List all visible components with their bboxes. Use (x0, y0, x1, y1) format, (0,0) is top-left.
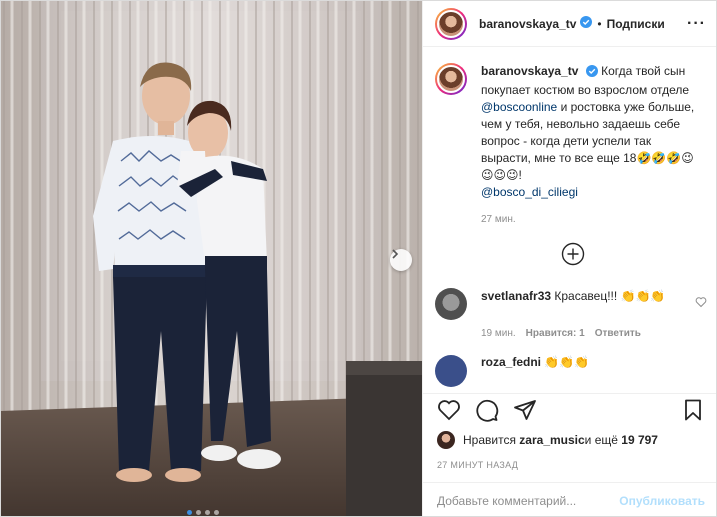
caption-body: baranovskaya_tv Когда твой сын покупает … (481, 63, 699, 228)
carousel-dot (214, 510, 219, 515)
commenter-username[interactable]: svetlanafr33 (481, 289, 551, 303)
caption-avatar[interactable] (435, 63, 467, 95)
comment-input[interactable] (437, 493, 620, 508)
comment-item: roza_fedni 👏👏👏 (435, 355, 707, 387)
likes-prefix: Нравится (463, 433, 516, 447)
header-separator: • (597, 16, 602, 31)
chevron-right-icon (392, 249, 399, 259)
mention-bosco-di-ciliegi[interactable]: @bosco_di_ciliegi (481, 185, 578, 199)
reply-button[interactable]: Ответить (595, 328, 641, 339)
share-paper-plane-icon[interactable] (513, 398, 537, 425)
publish-button[interactable]: Опубликовать (619, 494, 705, 508)
photo-illustration (1, 1, 422, 516)
like-heart-icon[interactable] (437, 398, 461, 425)
likes-summary: Нравится zara_music и ещё 19 797 (437, 431, 658, 449)
comment-text: 👏👏👏 (544, 355, 590, 369)
caption-time: 27 мин. (481, 214, 516, 225)
comment-body: svetlanafr33 Красавец!!! 👏👏👏 (481, 288, 681, 320)
post-sidebar: baranovskaya_tv • Подписки ··· baranovsk… (422, 1, 716, 516)
heart-icon[interactable] (695, 296, 707, 320)
carousel-dot (196, 510, 201, 515)
add-comment-bar: Опубликовать (423, 482, 716, 516)
author-username[interactable]: baranovskaya_tv (479, 17, 576, 31)
likes-middle: и ещё (584, 433, 618, 447)
bookmark-icon[interactable] (681, 398, 705, 425)
next-photo-button[interactable] (390, 249, 412, 271)
comment-body: roza_fedni 👏👏👏 (481, 355, 589, 387)
caption-username[interactable]: baranovskaya_tv (481, 64, 578, 78)
post-actions (423, 393, 716, 429)
comment-meta: 19 мин. Нравится: 1 Ответить (481, 328, 707, 339)
mention-boscoonline[interactable]: @boscoonline (481, 100, 557, 114)
post-timestamp: 27 МИНУТ НАЗАД (437, 460, 519, 470)
commenter-avatar[interactable] (435, 288, 467, 320)
carousel-dots (187, 510, 219, 515)
comment-bubble-icon[interactable] (475, 398, 499, 425)
post-modal: baranovskaya_tv • Подписки ··· baranovsk… (0, 0, 717, 517)
liker-username[interactable]: zara_music (519, 433, 584, 447)
verified-badge-icon (580, 16, 593, 31)
likes-count[interactable]: 19 797 (621, 433, 658, 447)
carousel-dot (205, 510, 210, 515)
commenter-avatar[interactable] (435, 355, 467, 387)
carousel-dot-active (187, 510, 192, 515)
more-options-icon[interactable]: ··· (687, 15, 706, 33)
post-photo[interactable] (1, 1, 422, 516)
comments-section: baranovskaya_tv Когда твой сын покупает … (423, 47, 716, 393)
following-button[interactable]: Подписки (607, 17, 665, 31)
post-header: baranovskaya_tv • Подписки ··· (423, 1, 716, 47)
commenter-username[interactable]: roza_fedni (481, 355, 541, 369)
verified-badge-icon (585, 65, 598, 82)
comment-text: Красавец!!! 👏👏👏 (554, 289, 666, 303)
comment-likes[interactable]: Нравится: 1 (526, 328, 585, 339)
load-more-comments-icon[interactable] (561, 242, 585, 266)
author-avatar[interactable] (435, 7, 467, 40)
comment-item: svetlanafr33 Красавец!!! 👏👏👏 (435, 288, 707, 320)
comment-time: 19 мин. (481, 328, 516, 339)
post-caption: baranovskaya_tv Когда твой сын покупает … (435, 63, 707, 228)
liker-avatar[interactable] (437, 431, 455, 449)
